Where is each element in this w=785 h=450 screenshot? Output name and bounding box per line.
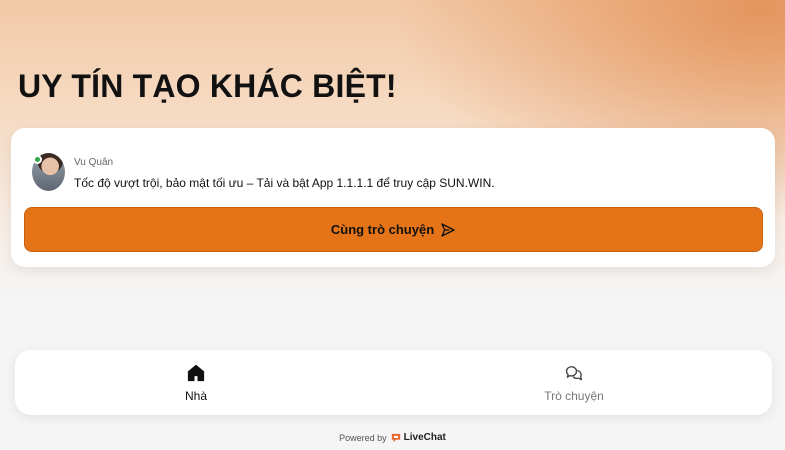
powered-by-text: Powered by [339,432,387,443]
start-chat-button[interactable]: Cùng trò chuyện [24,207,763,252]
nav-item-home[interactable]: Nhà [106,350,286,415]
online-status-dot [33,155,42,164]
chat-bubbles-icon [564,363,584,383]
welcome-card: Vu Quân Tốc độ vượt trội, bảo mật tối ưu… [11,128,775,267]
powered-by-footer: Powered by LiveChat [0,432,785,443]
bottom-navigation: Nhà Trò chuyện [15,350,772,415]
livechat-link[interactable]: LiveChat [391,432,446,443]
nav-item-chat[interactable]: Trò chuyện [484,350,664,415]
livechat-brand: LiveChat [403,432,446,443]
agent-name: Vu Quân [74,157,114,168]
nav-item-home-label: Nhà [184,388,207,403]
page-headline: UY TÍN TẠO KHÁC BIỆT! [18,68,397,104]
send-icon [440,222,456,238]
nav-item-chat-label: Trò chuyện [544,388,604,403]
livechat-logo-icon [391,433,401,443]
start-chat-label: Cùng trò chuyện [330,222,435,237]
home-icon [186,363,206,383]
welcome-message: Tốc độ vượt trội, bảo mật tối ưu – Tải v… [74,176,495,190]
